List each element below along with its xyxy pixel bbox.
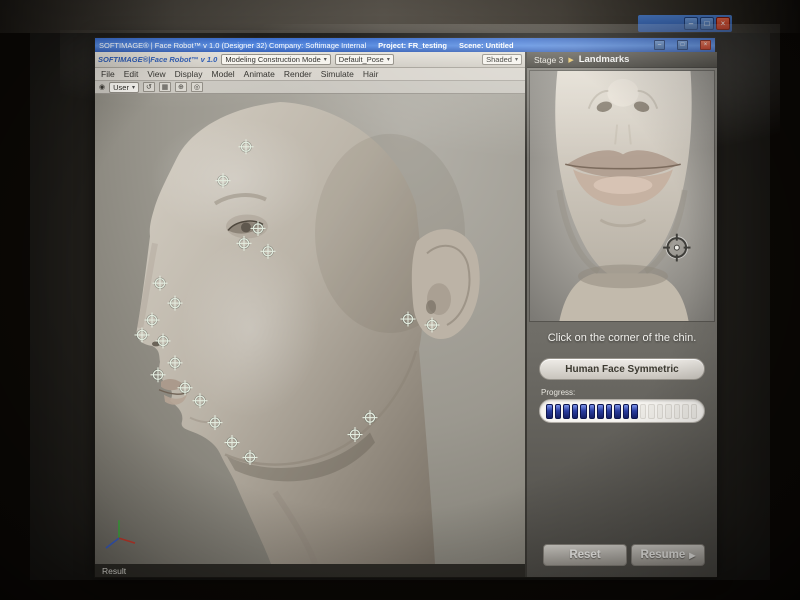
status-bar: Result [95, 564, 525, 577]
panel-spacer [527, 423, 717, 543]
app-maximize-button[interactable]: □ [677, 40, 688, 50]
resume-arrow-icon: ▶ [689, 551, 695, 560]
stage-arrow-icon: ▶ [568, 56, 573, 64]
chin-closeup [530, 71, 714, 321]
scene-label: Scene: Untitled [459, 41, 514, 50]
lower-lip-highlight [594, 176, 653, 194]
menu-item-animate[interactable]: Animate [244, 69, 275, 79]
progress-segment [614, 404, 621, 419]
pose-select[interactable]: Default_Pose ▾ [335, 54, 394, 65]
reference-image[interactable] [529, 70, 715, 322]
viewport-3d[interactable] [95, 94, 525, 564]
menu-item-hair[interactable]: Hair [363, 69, 379, 79]
orbit-icon[interactable]: ↺ [143, 82, 155, 92]
stage-label: Stage 3 [534, 55, 563, 65]
progress-label: Progress: [541, 388, 703, 397]
panel-title: Landmarks [579, 54, 630, 65]
menu-item-render[interactable]: Render [284, 69, 312, 79]
landmarks-panel: Stage 3 ▶ Landmarks [525, 52, 717, 577]
instruction-text: Click on the corner of the chin. [527, 324, 717, 348]
progress-segment [563, 404, 570, 419]
chevron-down-icon: ▾ [324, 56, 327, 63]
camera-select[interactable]: User ▾ [109, 82, 139, 93]
resume-button[interactable]: Resume ▶ [631, 544, 705, 566]
progress-segment [657, 404, 664, 419]
iris [241, 222, 251, 232]
main-toolbar: SOFTIMAGE®|Face Robot™ v 1.0 Modeling Co… [95, 52, 525, 68]
projection-screen: SOFTIMAGE® | Face Robot™ v 1.0 (Designer… [30, 33, 770, 580]
result-label: Result [102, 566, 126, 576]
chevron-down-icon: ▾ [132, 84, 135, 91]
app-minimize-button[interactable]: – [654, 40, 665, 50]
app-close-button[interactable]: × [700, 40, 711, 50]
construction-mode-select[interactable]: Modeling Construction Mode ▾ [221, 54, 330, 65]
progress-segment [555, 404, 562, 419]
eye-icon[interactable]: ◉ [99, 83, 105, 91]
brand-label: SOFTIMAGE®|Face Robot™ v 1.0 [98, 55, 217, 64]
progress-segment [665, 404, 672, 419]
progress-segment [648, 404, 655, 419]
progress-segment [682, 404, 689, 419]
construction-mode-value: Modeling Construction Mode [225, 55, 320, 64]
chevron-down-icon: ▾ [515, 56, 518, 63]
left-column: SOFTIMAGE®|Face Robot™ v 1.0 Modeling Co… [95, 52, 525, 577]
app-title: SOFTIMAGE® | Face Robot™ v 1.0 (Designer… [99, 41, 366, 50]
nose-tip-highlight [607, 79, 638, 107]
menu-item-display[interactable]: Display [175, 69, 203, 79]
axis-gizmo-icon [106, 520, 135, 548]
progress-segment [674, 404, 681, 419]
progress-segment [580, 404, 587, 419]
pose-value: Default_Pose [339, 55, 384, 64]
progress-segment [572, 404, 579, 419]
progress-segment [546, 404, 553, 419]
grid-icon[interactable]: ▦ [159, 82, 171, 92]
reset-label: Reset [569, 549, 600, 561]
os-maximize-button[interactable]: □ [700, 17, 714, 30]
progress-segment [623, 404, 630, 419]
head-model [95, 94, 525, 564]
progress-segment [597, 404, 604, 419]
menu-item-edit[interactable]: Edit [124, 69, 139, 79]
reset-button[interactable]: Reset [543, 544, 627, 566]
os-close-button[interactable]: × [716, 17, 730, 30]
crosshair-icon[interactable]: ⊕ [175, 82, 187, 92]
progress-segment [640, 404, 647, 419]
panel-buttons: Reset Resume ▶ [527, 543, 717, 577]
display-mode-select[interactable]: Shaded ▾ [482, 54, 522, 65]
app-window: SOFTIMAGE® | Face Robot™ v 1.0 (Designer… [94, 37, 716, 578]
progress-segment [691, 404, 698, 419]
display-mode-value: Shaded [486, 55, 512, 64]
menu-item-view[interactable]: View [147, 69, 165, 79]
ear [412, 229, 480, 339]
resume-label: Resume [641, 549, 686, 561]
panel-header: Stage 3 ▶ Landmarks [527, 52, 717, 68]
os-minimize-button[interactable]: – [684, 17, 698, 30]
preset-button[interactable]: Human Face Symmetric [539, 358, 705, 380]
camera-value: User [113, 83, 129, 92]
menu-item-simulate[interactable]: Simulate [321, 69, 354, 79]
menu-item-model[interactable]: Model [212, 69, 235, 79]
project-label: Project: FR_testing [378, 41, 447, 50]
menu-bar: File Edit View Display Model Animate Render Sim… [95, 68, 525, 81]
menu-item-file[interactable]: File [101, 69, 115, 79]
viewport-toolbar: ◉ User ▾ ↺ ▦ ⊕ ◎ [95, 81, 525, 94]
chevron-down-icon: ▾ [387, 56, 390, 63]
progress-bar [539, 399, 705, 423]
app-main-row: SOFTIMAGE®|Face Robot™ v 1.0 Modeling Co… [95, 52, 715, 577]
progress-segment [631, 404, 638, 419]
app-titlebar: SOFTIMAGE® | Face Robot™ v 1.0 (Designer… [95, 38, 715, 52]
progress-segment [589, 404, 596, 419]
os-titlebar-fragment: – □ × [638, 15, 732, 32]
progress-segment [606, 404, 613, 419]
cheek-highlight [180, 238, 320, 417]
dot-icon[interactable]: ◎ [191, 82, 203, 92]
